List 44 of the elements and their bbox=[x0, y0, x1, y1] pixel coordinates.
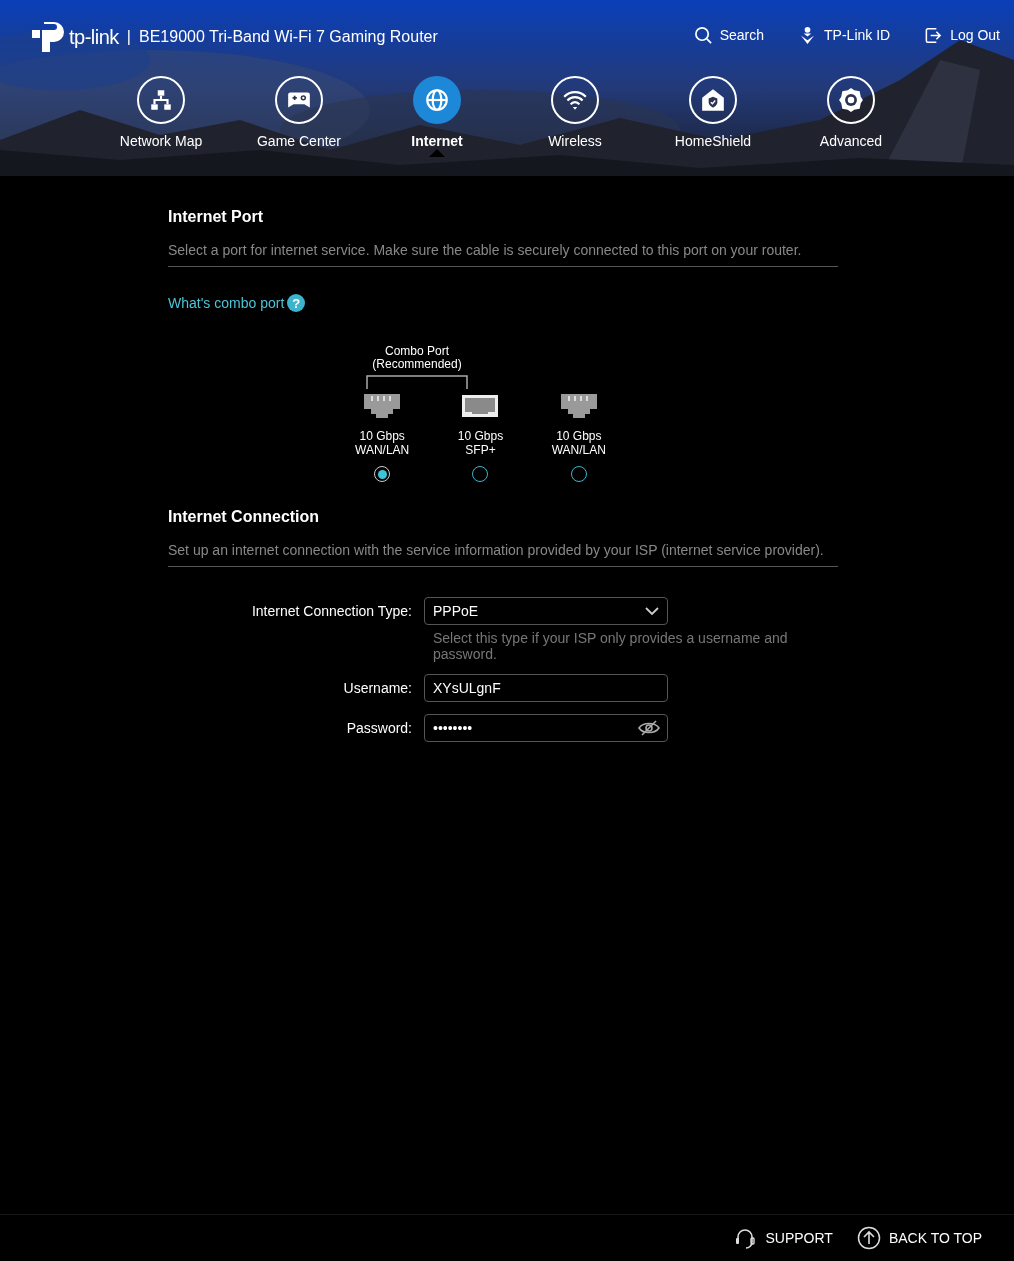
combo-port-label: Combo Port (Recommended) bbox=[372, 345, 462, 371]
header-link[interactable]: TP-Link ID bbox=[798, 25, 891, 45]
field-label: Internet Connection Type: bbox=[250, 602, 413, 621]
nav-tab[interactable]: Network Map bbox=[92, 76, 230, 156]
search-icon bbox=[693, 25, 713, 45]
back-to-top-link[interactable]: BACK TO TOP bbox=[856, 1226, 982, 1250]
help-link[interactable]: What's combo port bbox=[168, 295, 285, 311]
separator: | bbox=[126, 28, 131, 46]
section-title: Internet Port bbox=[168, 208, 265, 226]
header-link[interactable]: Search bbox=[693, 25, 765, 45]
section-title: Internet Connection bbox=[168, 508, 321, 526]
headset-icon bbox=[733, 1226, 758, 1250]
brand-name: tp-link bbox=[69, 25, 119, 49]
logo-icon bbox=[30, 20, 66, 54]
logout-icon bbox=[924, 25, 944, 45]
port-label: 10 Gbps SFP+ bbox=[457, 429, 504, 457]
sfp-port-icon bbox=[461, 393, 500, 419]
router-model: BE19000 Tri-Band Wi-Fi 7 Gaming Router bbox=[139, 28, 438, 46]
connection-type-dropdown[interactable]: PPPoE bbox=[424, 597, 668, 625]
network-icon bbox=[148, 87, 174, 113]
nav-tab[interactable]: HomeShield bbox=[644, 76, 782, 156]
username-field[interactable]: XYsULgnF bbox=[424, 674, 668, 702]
port-label: 10 Gbps WAN/LAN bbox=[551, 429, 606, 457]
nav-tab[interactable]: Game Center bbox=[230, 76, 368, 156]
nav-tab[interactable]: Wireless bbox=[506, 76, 644, 156]
field-label: Password: bbox=[345, 719, 413, 738]
nav-tab[interactable]: Advanced bbox=[782, 76, 920, 156]
ethernet-port-icon bbox=[559, 393, 598, 419]
settings-icon bbox=[838, 87, 864, 113]
header-link[interactable]: Log Out bbox=[924, 25, 1000, 45]
support-link[interactable]: SUPPORT bbox=[733, 1226, 833, 1250]
ethernet-port-icon bbox=[363, 393, 402, 419]
port-label: 10 Gbps WAN/LAN bbox=[355, 429, 410, 457]
field-hint: Select this type if your ISP only provides a username and password. bbox=[433, 630, 789, 662]
hide-password-button[interactable] bbox=[638, 720, 660, 736]
nav-tab[interactable]: Internet bbox=[368, 76, 506, 156]
field-label: Username: bbox=[342, 679, 413, 698]
section-description: Select a port for internet service. Make sure the cable is securely connected to this port on your router. bbox=[168, 242, 838, 267]
password-field[interactable]: •••••••• bbox=[424, 714, 668, 742]
section-description: Set up an internet connection with the service information provided by your ISP (internet service provider). bbox=[168, 542, 838, 567]
arrow-up-icon bbox=[856, 1226, 881, 1250]
house-shield-icon bbox=[700, 87, 726, 113]
chevron-down-icon bbox=[645, 607, 659, 615]
globe-icon bbox=[424, 87, 450, 113]
